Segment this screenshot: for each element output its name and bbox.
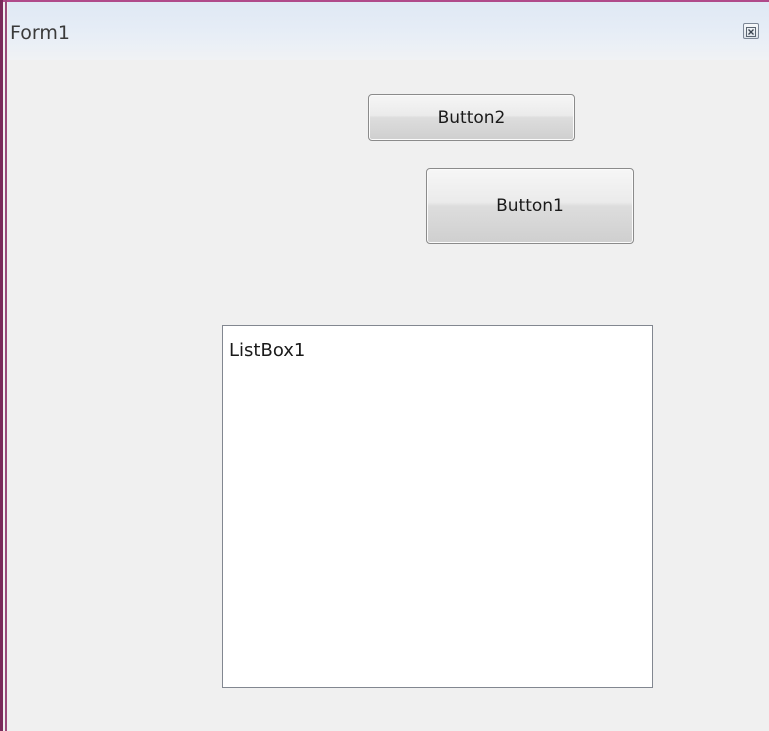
form-window: Form1 Button2 Button1 ListBox1 [8, 2, 769, 731]
close-button[interactable] [743, 23, 759, 39]
close-icon [746, 22, 756, 41]
window-frame-left-inner [5, 0, 7, 731]
list-item[interactable]: ListBox1 [229, 340, 305, 361]
listbox[interactable]: ListBox1 [222, 325, 653, 688]
button2[interactable]: Button2 [368, 94, 575, 141]
button2-label: Button2 [437, 107, 506, 128]
title-bar[interactable]: Form1 [8, 2, 769, 60]
screen: Form1 Button2 Button1 ListBox1 [0, 0, 769, 731]
window-frame-left [0, 0, 3, 731]
button1[interactable]: Button1 [426, 168, 634, 244]
window-title: Form1 [10, 22, 70, 44]
button1-label: Button1 [496, 196, 564, 216]
